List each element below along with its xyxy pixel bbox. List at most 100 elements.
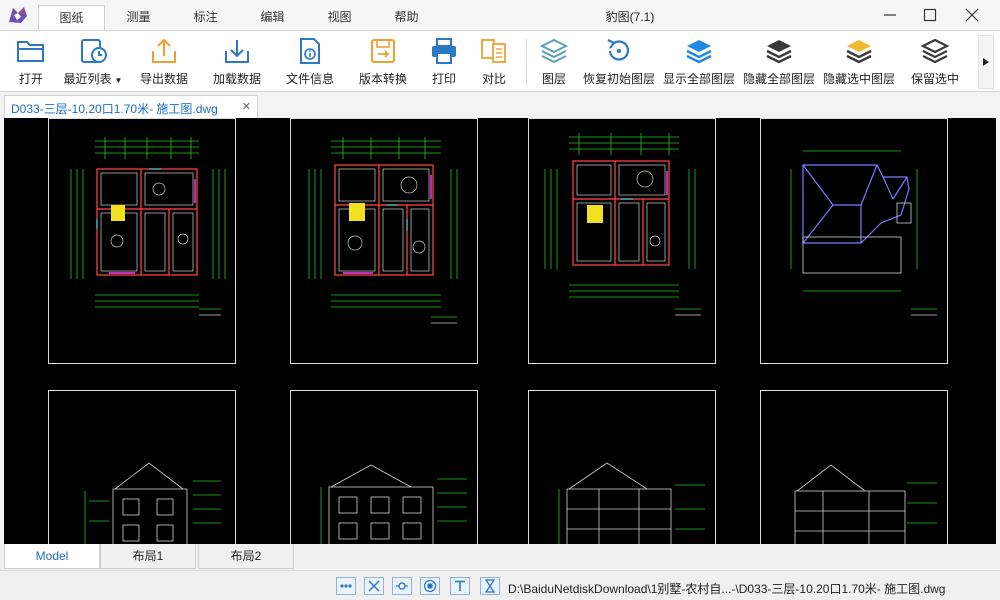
- chevron-right-icon: [983, 58, 989, 66]
- keep-selected-icon: [918, 35, 952, 67]
- show-all-layers-label: 显示全部图层: [662, 72, 735, 86]
- open-label: 打开: [18, 72, 43, 86]
- hide-selected-layers-label: 隐藏选中图层: [822, 72, 895, 86]
- folder-open-icon: [14, 35, 48, 67]
- hide-all-layers-button[interactable]: 隐藏全部图层: [740, 33, 818, 91]
- busy-indicator-button[interactable]: [480, 577, 500, 595]
- sheet-elevation-2[interactable]: [290, 390, 478, 544]
- object-snap-button[interactable]: [420, 577, 440, 595]
- close-tab-icon[interactable]: ✕: [242, 100, 251, 113]
- ribbon-separator: [526, 39, 527, 85]
- maximize-icon: [923, 8, 937, 22]
- export-data-label: 导出数据: [139, 72, 188, 86]
- grid-node-icon: [396, 582, 408, 590]
- hourglass-icon: [484, 579, 496, 593]
- ribbon-scroll-right-button[interactable]: [978, 35, 994, 89]
- file-info-label: 文件信息: [285, 72, 334, 86]
- compare-icon: [477, 35, 511, 67]
- hide-all-layers-label: 隐藏全部图层: [742, 72, 815, 86]
- ribbon-toolbar: 打开 最近列表 ▼ 导出数据 加载数据 文件信息 版本转换 打印 对比 图层 恢…: [0, 30, 1000, 92]
- menu-tab-annotate[interactable]: 标注: [172, 5, 239, 30]
- show-all-layers-button[interactable]: 显示全部图层: [660, 33, 738, 91]
- sheet-floor-plan-1[interactable]: [48, 118, 236, 364]
- ortho-icon: [340, 584, 352, 588]
- maximize-button[interactable]: [918, 4, 942, 26]
- floor-plan-3-drawing: [544, 133, 701, 316]
- layout-tab-model[interactable]: Model: [4, 544, 100, 569]
- layout-tab-bar: Model 布局1 布局2: [0, 544, 1000, 570]
- layers-label: 图层: [541, 72, 566, 86]
- document-tab-label: D033-三层-10.20口1.70米- 施工图.dwg: [11, 102, 218, 116]
- version-convert-label: 版本转换: [358, 72, 407, 86]
- export-upload-icon: [147, 35, 181, 67]
- menu-tabs: 图纸 测量 标注 编辑 视图 帮助: [38, 5, 440, 30]
- layers-button[interactable]: 图层: [536, 33, 572, 91]
- printer-icon: [427, 35, 461, 67]
- document-tab-bar: D033-三层-10.20口1.70米- 施工图.dwg ✕: [0, 93, 1000, 118]
- close-icon: [965, 8, 979, 22]
- file-info-button[interactable]: 文件信息: [282, 33, 338, 91]
- sheet-floor-plan-2[interactable]: [290, 118, 478, 364]
- target-icon: [423, 579, 437, 593]
- menu-tab-drawing[interactable]: 图纸: [38, 5, 105, 30]
- open-button[interactable]: 打开: [8, 33, 54, 91]
- elevation-1-drawing: [84, 462, 221, 544]
- app-window: 图纸 测量 标注 编辑 视图 帮助 豹图(7.1) 打开 最近列表 ▼ 导出数据…: [0, 0, 1000, 600]
- roof-plan-drawing: [790, 150, 937, 316]
- recent-list-button[interactable]: 最近列表 ▼: [58, 33, 128, 91]
- menu-tab-measure[interactable]: 测量: [105, 5, 172, 30]
- keep-selected-button[interactable]: 保留选中: [906, 33, 964, 91]
- compare-button[interactable]: 对比: [474, 33, 514, 91]
- close-window-button[interactable]: [960, 4, 984, 26]
- restore-layers-icon: [602, 35, 636, 67]
- text-toggle-button[interactable]: [450, 577, 470, 595]
- import-download-icon: [220, 35, 254, 67]
- print-label: 打印: [431, 72, 456, 86]
- sheet-roof-plan[interactable]: [760, 118, 948, 364]
- window-title: 豹图(7.1): [605, 10, 655, 24]
- load-data-button[interactable]: 加载数据: [208, 33, 266, 91]
- menu-tab-view[interactable]: 视图: [306, 5, 373, 30]
- version-convert-button[interactable]: 版本转换: [354, 33, 412, 91]
- floor-plan-2-drawing: [308, 137, 458, 324]
- restore-layers-button[interactable]: 恢复初始图层: [580, 33, 658, 91]
- app-logo-icon: [6, 4, 30, 26]
- sheet-section-1[interactable]: [528, 390, 716, 544]
- node-snap-button[interactable]: [392, 577, 412, 595]
- document-tab[interactable]: D033-三层-10.20口1.70米- 施工图.dwg ✕: [4, 95, 258, 118]
- menu-tab-help[interactable]: 帮助: [373, 5, 440, 30]
- snap-toggle-button[interactable]: [364, 577, 384, 595]
- layout-tab-layout1[interactable]: 布局1: [100, 544, 196, 569]
- title-bar: 图纸 测量 标注 编辑 视图 帮助 豹图(7.1): [0, 0, 1000, 30]
- restore-layers-label: 恢复初始图层: [582, 72, 655, 86]
- compare-label: 对比: [481, 72, 506, 86]
- print-button[interactable]: 打印: [424, 33, 464, 91]
- layers-icon: [537, 35, 571, 67]
- recent-clock-icon: [76, 35, 110, 67]
- sheet-section-2[interactable]: [760, 390, 948, 544]
- text-icon: [455, 580, 465, 591]
- sheet-elevation-1[interactable]: [48, 390, 236, 544]
- file-path-text: D:\BaiduNetdiskDownload\1别墅-农村自...-\D033…: [508, 582, 946, 596]
- menu-tab-edit[interactable]: 编辑: [239, 5, 306, 30]
- hide-selected-layers-icon: [842, 35, 876, 67]
- snap-cross-icon: [368, 580, 380, 592]
- elevation-2-drawing: [320, 464, 467, 544]
- export-data-button[interactable]: 导出数据: [136, 33, 192, 91]
- layout-tab-layout2[interactable]: 布局2: [198, 544, 294, 569]
- recent-list-label: 最近列表: [63, 72, 112, 86]
- section-1-drawing: [558, 462, 705, 544]
- show-all-layers-icon: [682, 35, 716, 67]
- section-2-drawing: [794, 464, 937, 544]
- hide-all-layers-icon: [762, 35, 796, 67]
- floor-plan-1-drawing: [70, 137, 226, 316]
- keep-selected-label: 保留选中: [910, 72, 959, 86]
- drawing-canvas[interactable]: [4, 118, 996, 544]
- dropdown-arrow-icon: ▼: [114, 76, 123, 85]
- ortho-toggle-button[interactable]: [336, 577, 356, 595]
- minimize-button[interactable]: [878, 4, 902, 26]
- hide-selected-layers-button[interactable]: 隐藏选中图层: [820, 33, 898, 91]
- version-convert-icon: [366, 35, 400, 67]
- status-bar: D:\BaiduNetdiskDownload\1别墅-农村自...-\D033…: [0, 570, 1000, 600]
- sheet-floor-plan-3[interactable]: [528, 118, 716, 364]
